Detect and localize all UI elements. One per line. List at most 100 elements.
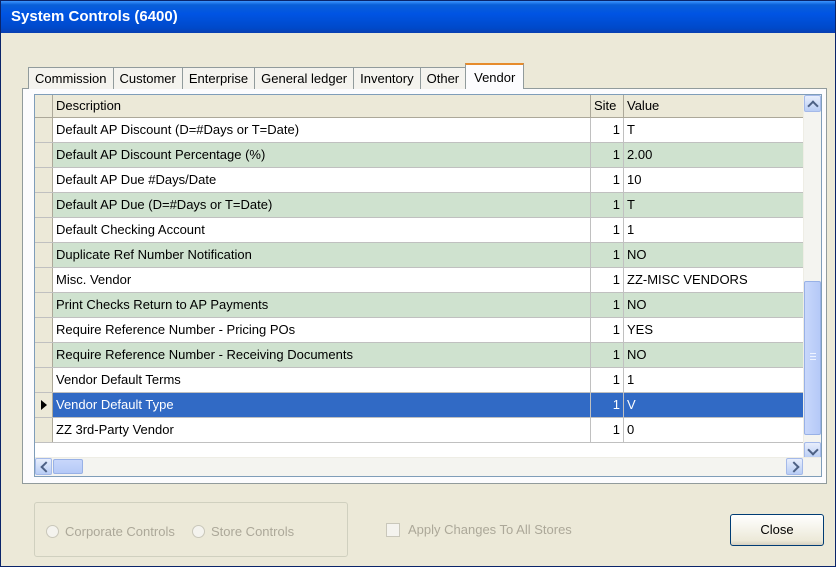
cell-value[interactable]: ZZ-MISC VENDORS: [624, 268, 805, 292]
cell-description[interactable]: Misc. Vendor: [53, 268, 591, 292]
cell-value[interactable]: 0: [624, 418, 805, 442]
tab-vendor[interactable]: Vendor: [465, 63, 525, 89]
grid-header: Description Site Value: [35, 95, 805, 118]
controls-scope-group: Corporate Controls Store Controls: [34, 502, 348, 557]
cell-site[interactable]: 1: [591, 418, 624, 442]
apply-all-stores-checkbox[interactable]: Apply Changes To All Stores: [386, 522, 572, 537]
cell-value[interactable]: YES: [624, 318, 805, 342]
cell-site[interactable]: 1: [591, 243, 624, 267]
row-indicator[interactable]: [35, 218, 53, 242]
scroll-left-button[interactable]: [35, 458, 52, 475]
corporate-controls-radio[interactable]: Corporate Controls: [46, 524, 175, 539]
row-indicator[interactable]: [35, 168, 53, 192]
cell-description[interactable]: ZZ 3rd-Party Vendor: [53, 418, 591, 442]
table-row[interactable]: ZZ 3rd-Party Vendor 1 0: [35, 418, 805, 443]
cell-description[interactable]: Default AP Discount (D=#Days or T=Date): [53, 118, 591, 142]
cell-value[interactable]: NO: [624, 343, 805, 367]
corporate-controls-label: Corporate Controls: [65, 524, 175, 539]
cell-value[interactable]: T: [624, 118, 805, 142]
apply-all-stores-label: Apply Changes To All Stores: [408, 522, 572, 537]
table-row[interactable]: Print Checks Return to AP Payments 1 NO: [35, 293, 805, 318]
row-indicator[interactable]: [35, 343, 53, 367]
tab-other[interactable]: Other: [419, 67, 467, 89]
table-row[interactable]: Vendor Default Terms 1 1: [35, 368, 805, 393]
tab-inventory[interactable]: Inventory: [353, 67, 421, 89]
row-indicator[interactable]: [35, 318, 53, 342]
radio-circle-icon: [192, 525, 205, 538]
table-row[interactable]: Duplicate Ref Number Notification 1 NO: [35, 243, 805, 268]
cell-value[interactable]: T: [624, 193, 805, 217]
cell-site[interactable]: 1: [591, 118, 624, 142]
cell-site[interactable]: 1: [591, 318, 624, 342]
column-header-value[interactable]: Value: [624, 95, 805, 117]
cell-description[interactable]: Require Reference Number - Receiving Doc…: [53, 343, 591, 367]
horizontal-scrollbar[interactable]: [35, 457, 821, 476]
row-indicator[interactable]: [35, 193, 53, 217]
cell-description[interactable]: Default AP Discount Percentage (%): [53, 143, 591, 167]
tab-enterprise[interactable]: Enterprise: [181, 67, 256, 89]
cell-site[interactable]: 1: [591, 368, 624, 392]
row-indicator[interactable]: [35, 368, 53, 392]
column-header-description[interactable]: Description: [53, 95, 591, 117]
cell-value[interactable]: 1: [624, 368, 805, 392]
cell-value[interactable]: 10: [624, 168, 805, 192]
cell-description[interactable]: Duplicate Ref Number Notification: [53, 243, 591, 267]
controls-grid: Description Site Value Default AP Discou…: [34, 94, 822, 477]
cell-value[interactable]: NO: [624, 293, 805, 317]
tab-customer[interactable]: Customer: [112, 67, 183, 89]
window-title: System Controls (6400): [1, 1, 835, 33]
vertical-scrollbar[interactable]: [803, 95, 821, 459]
cell-description[interactable]: Default AP Due (D=#Days or T=Date): [53, 193, 591, 217]
cell-description[interactable]: Default Checking Account: [53, 218, 591, 242]
row-indicator[interactable]: [35, 143, 53, 167]
cell-site[interactable]: 1: [591, 343, 624, 367]
store-controls-label: Store Controls: [211, 524, 295, 539]
cell-site[interactable]: 1: [591, 193, 624, 217]
table-row[interactable]: Default Checking Account 1 1: [35, 218, 805, 243]
table-row[interactable]: Default AP Due #Days/Date 1 10: [35, 168, 805, 193]
scroll-up-button[interactable]: [804, 95, 821, 112]
cell-site[interactable]: 1: [591, 293, 624, 317]
cell-value[interactable]: 1: [624, 218, 805, 242]
cell-site[interactable]: 1: [591, 143, 624, 167]
row-indicator[interactable]: [35, 393, 53, 417]
horizontal-scroll-thumb[interactable]: [53, 459, 83, 474]
cell-site[interactable]: 1: [591, 218, 624, 242]
system-controls-window: System Controls (6400) Commission Custom…: [0, 0, 836, 567]
table-row[interactable]: Default AP Discount (D=#Days or T=Date) 1…: [35, 118, 805, 143]
vertical-scroll-thumb[interactable]: [804, 281, 821, 435]
table-row[interactable]: Default AP Discount Percentage (%) 1 2.00: [35, 143, 805, 168]
cell-value[interactable]: V: [624, 393, 805, 417]
row-indicator[interactable]: [35, 243, 53, 267]
cell-description[interactable]: Vendor Default Type: [53, 393, 591, 417]
cell-site[interactable]: 1: [591, 268, 624, 292]
close-button[interactable]: Close: [730, 514, 824, 546]
table-row[interactable]: Require Reference Number - Receiving Doc…: [35, 343, 805, 368]
row-indicator[interactable]: [35, 268, 53, 292]
row-indicator[interactable]: [35, 293, 53, 317]
row-indicator[interactable]: [35, 118, 53, 142]
cell-description[interactable]: Default AP Due #Days/Date: [53, 168, 591, 192]
tab-commission[interactable]: Commission: [28, 67, 114, 89]
table-row[interactable]: Default AP Due (D=#Days or T=Date) 1 T: [35, 193, 805, 218]
tab-strip: Commission Customer Enterprise General l…: [28, 63, 525, 89]
cell-description[interactable]: Require Reference Number - Pricing POs: [53, 318, 591, 342]
table-row[interactable]: Misc. Vendor 1 ZZ-MISC VENDORS: [35, 268, 805, 293]
grid-rows: Default AP Discount (D=#Days or T=Date) 1…: [35, 118, 805, 443]
chevron-right-icon: [788, 461, 800, 473]
cell-value[interactable]: NO: [624, 243, 805, 267]
chevron-left-icon: [40, 461, 52, 473]
row-indicator[interactable]: [35, 418, 53, 442]
tab-general-ledger[interactable]: General ledger: [254, 67, 355, 89]
cell-site[interactable]: 1: [591, 393, 624, 417]
table-row[interactable]: Require Reference Number - Pricing POs 1 Y…: [35, 318, 805, 343]
chevron-down-icon: [807, 444, 819, 456]
store-controls-radio[interactable]: Store Controls: [192, 524, 294, 539]
cell-description[interactable]: Print Checks Return to AP Payments: [53, 293, 591, 317]
table-row[interactable]: Vendor Default Type 1 V: [35, 393, 805, 418]
cell-description[interactable]: Vendor Default Terms: [53, 368, 591, 392]
cell-value[interactable]: 2.00: [624, 143, 805, 167]
scroll-right-button[interactable]: [786, 458, 803, 475]
cell-site[interactable]: 1: [591, 168, 624, 192]
column-header-site[interactable]: Site: [591, 95, 624, 117]
